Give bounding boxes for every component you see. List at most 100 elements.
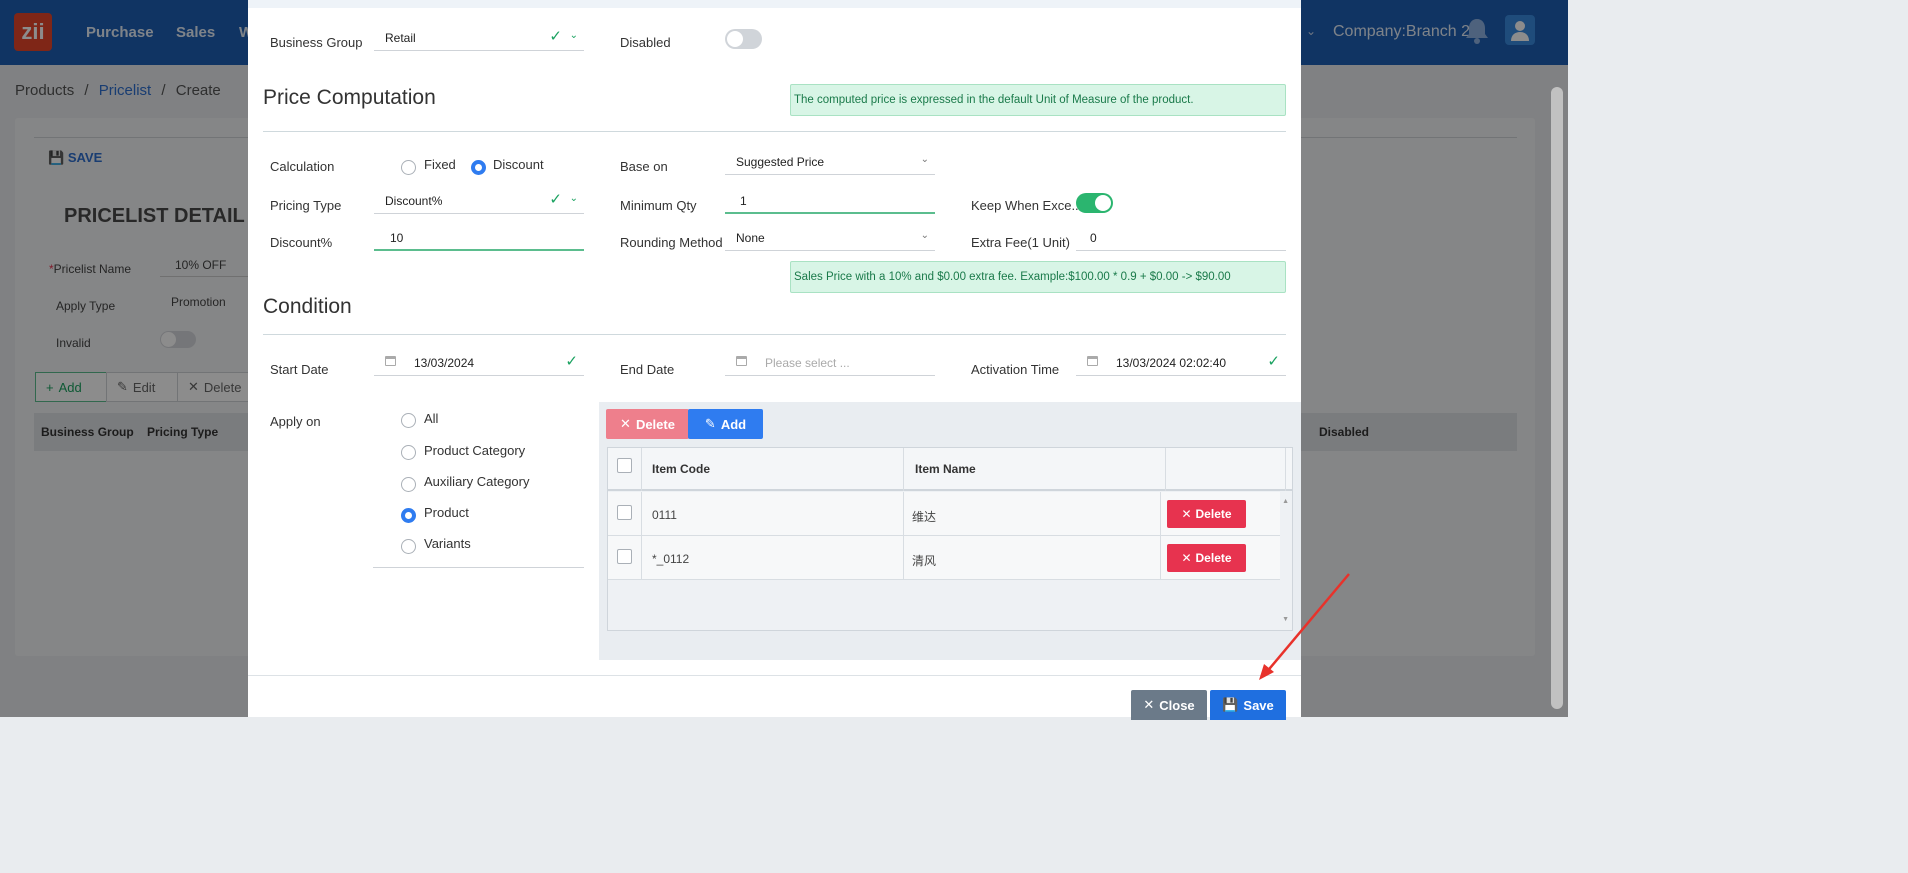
calendar-icon — [385, 356, 396, 366]
row-delete-button[interactable]: ✕ Delete — [1167, 544, 1246, 572]
rounding-method-select[interactable]: None ⌄ — [725, 227, 935, 251]
pricelist-item-modal: Business Group Retail ✓ ⌄ Disabled Price… — [248, 0, 1301, 720]
divider — [248, 675, 1301, 676]
calculation-label: Calculation — [270, 159, 335, 174]
divider — [641, 536, 642, 580]
min-qty-label: Minimum Qty — [620, 198, 697, 213]
disabled-toggle[interactable] — [725, 29, 762, 49]
start-date-value: 13/03/2024 — [414, 356, 475, 370]
save-button[interactable]: 💾 Save — [1210, 690, 1286, 720]
apply-all-label[interactable]: All — [424, 411, 438, 426]
extra-fee-input[interactable]: 0 — [1076, 227, 1286, 251]
save-icon: 💾 — [1222, 697, 1239, 712]
divider — [641, 492, 642, 536]
rounding-method-value: None — [736, 231, 765, 245]
base-on-label: Base on — [620, 159, 668, 174]
calc-discount-label[interactable]: Discount — [493, 157, 544, 172]
annotation-arrow-icon — [1259, 573, 1350, 680]
check-icon: ✓ — [565, 353, 578, 370]
divider — [263, 334, 1286, 335]
end-date-label: End Date — [620, 362, 675, 377]
bulk-delete-button[interactable]: ✕ Delete — [606, 409, 689, 439]
close-icon: ✕ — [1143, 697, 1155, 712]
price-info-banner: The computed price is expressed in the d… — [790, 84, 1286, 116]
modal-top-strip — [248, 0, 1301, 8]
divider — [903, 536, 904, 580]
close-label: Close — [1159, 697, 1195, 713]
start-date-picker[interactable]: 13/03/2024 ✓ — [374, 352, 584, 376]
condition-title: Condition — [263, 295, 352, 318]
pricing-type-select[interactable]: Discount% ✓ ⌄ — [374, 190, 584, 214]
apply-auxiliary-category-label[interactable]: Auxiliary Category — [424, 474, 530, 489]
apply-auxiliary-category-radio[interactable] — [401, 477, 416, 492]
save-label: Save — [1243, 697, 1274, 713]
items-table: Item Code Item Name 0111 维达 ✕ Delete *_0… — [607, 447, 1293, 631]
calc-discount-radio[interactable] — [471, 160, 486, 175]
item-code-cell: 0111 — [652, 508, 677, 522]
calendar-icon — [1087, 356, 1098, 366]
apply-variants-radio[interactable] — [401, 539, 416, 554]
start-date-label: Start Date — [270, 362, 329, 377]
apply-product-category-radio[interactable] — [401, 445, 416, 460]
apply-all-radio[interactable] — [401, 413, 416, 428]
pricing-type-value: Discount% — [385, 194, 443, 208]
column-item-code[interactable]: Item Code — [652, 462, 710, 476]
item-name-cell: 维达 — [912, 510, 937, 524]
divider — [1285, 448, 1286, 491]
chevron-down-icon: ⌄ — [920, 230, 929, 241]
divider — [903, 492, 904, 536]
activation-time-label: Activation Time — [971, 362, 1060, 377]
table-row[interactable]: 0111 维达 ✕ Delete — [608, 492, 1280, 536]
divider — [903, 448, 904, 491]
close-button[interactable]: ✕ Close — [1131, 690, 1207, 720]
calendar-icon — [736, 356, 747, 366]
pricing-type-label: Pricing Type — [270, 198, 342, 213]
disabled-label: Disabled — [620, 35, 671, 50]
apply-product-radio[interactable] — [401, 508, 416, 523]
activation-time-picker[interactable]: 13/03/2024 02:02:40 ✓ — [1076, 352, 1286, 376]
select-all-checkbox[interactable] — [617, 458, 632, 473]
apply-on-label: Apply on — [270, 414, 321, 429]
sales-price-info-banner: Sales Price with a 10% and $0.00 extra f… — [790, 261, 1286, 293]
keep-when-exceed-toggle[interactable] — [1076, 193, 1113, 213]
extra-fee-label: Extra Fee(1 Unit) — [971, 235, 1070, 250]
items-table-header: Item Code Item Name — [608, 448, 1292, 491]
row-checkbox[interactable] — [617, 505, 632, 520]
row-delete-label: Delete — [1195, 507, 1232, 521]
chevron-down-icon: ⌄ — [569, 193, 578, 204]
row-delete-button[interactable]: ✕ Delete — [1167, 500, 1246, 528]
add-item-button[interactable]: ✎ Add — [688, 409, 763, 439]
page-scrollbar[interactable] — [1551, 87, 1563, 709]
apply-product-category-label[interactable]: Product Category — [424, 443, 525, 458]
check-icon: ✓ — [549, 191, 562, 208]
items-panel: ✕ Delete ✎ Add Item Code Item Name 0111 — [599, 402, 1301, 660]
close-icon: ✕ — [1181, 551, 1192, 565]
discount-label: Discount% — [270, 235, 333, 250]
check-icon: ✓ — [549, 28, 562, 45]
column-item-name[interactable]: Item Name — [915, 462, 976, 476]
divider — [1160, 536, 1161, 580]
calc-fixed-radio[interactable] — [401, 160, 416, 175]
apply-product-label[interactable]: Product — [424, 505, 469, 520]
table-row[interactable]: *_0112 清风 ✕ Delete — [608, 536, 1280, 580]
chevron-down-icon: ⌄ — [920, 154, 929, 165]
close-icon: ✕ — [620, 416, 631, 431]
item-code-cell: *_0112 — [652, 552, 690, 566]
end-date-placeholder: Please select ... — [765, 356, 850, 370]
scroll-up-icon[interactable]: ▲ — [1282, 498, 1289, 505]
end-date-picker[interactable]: Please select ... — [725, 352, 935, 376]
row-checkbox[interactable] — [617, 549, 632, 564]
divider — [641, 448, 642, 491]
activation-time-value: 13/03/2024 02:02:40 — [1116, 356, 1227, 370]
row-delete-label: Delete — [1195, 551, 1232, 565]
divider — [1160, 492, 1161, 536]
base-on-select[interactable]: Suggested Price ⌄ — [725, 151, 935, 175]
calc-fixed-label[interactable]: Fixed — [424, 157, 456, 172]
business-group-select[interactable]: Retail ✓ ⌄ — [374, 27, 584, 51]
apply-variants-label[interactable]: Variants — [424, 536, 471, 551]
discount-input[interactable]: 10 — [374, 227, 584, 251]
rounding-method-label: Rounding Method — [620, 235, 723, 250]
keep-when-exceed-label: Keep When Exce... — [971, 198, 1083, 213]
min-qty-input[interactable]: 1 — [725, 190, 935, 214]
chevron-down-icon: ⌄ — [569, 30, 578, 41]
